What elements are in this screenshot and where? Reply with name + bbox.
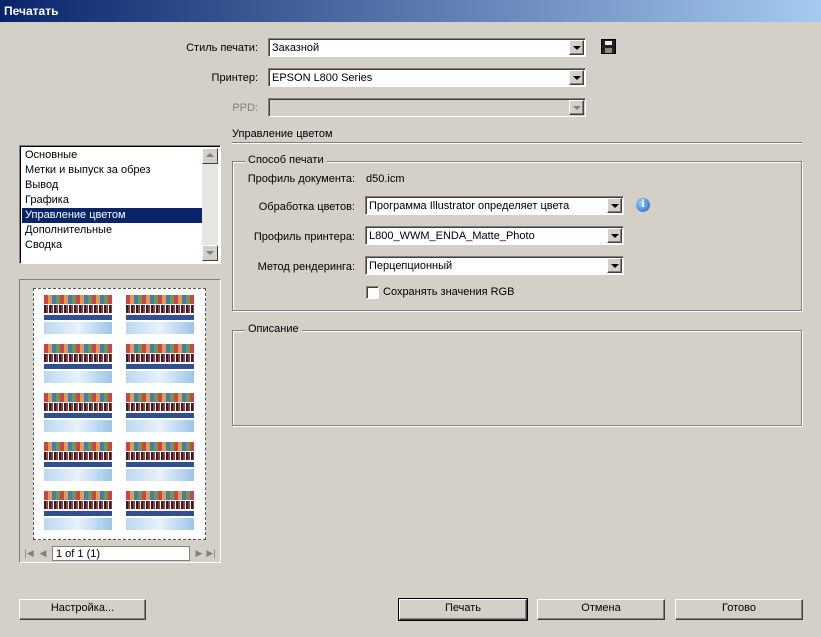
preview-thumbnail — [40, 342, 116, 386]
ppd-select — [268, 98, 586, 117]
done-button[interactable]: Готово — [675, 599, 803, 620]
print-button[interactable]: Печать — [398, 598, 528, 621]
rendering-select[interactable]: Перцепционный — [365, 256, 624, 275]
print-preview[interactable]: |◀ ◀ 1 of 1 (1) ▶ ▶| — [19, 279, 221, 563]
prev-page-icon[interactable]: ◀ — [38, 547, 48, 559]
printer-profile-label: Профиль принтера: — [253, 231, 355, 243]
doc-profile-value: d50.icm — [366, 173, 405, 185]
sidebar-item-basic[interactable]: Основные — [22, 148, 204, 163]
color-handling-select[interactable]: Программа Illustrator определяет цвета — [365, 196, 624, 215]
printer-select[interactable]: EPSON L800 Series — [268, 68, 586, 87]
printer-value: EPSON L800 Series — [272, 72, 373, 84]
color-handling-value: Программа Illustrator определяет цвета — [369, 200, 570, 212]
save-icon[interactable] — [601, 39, 616, 54]
print-style-value: Заказной — [272, 42, 320, 54]
print-style-select[interactable]: Заказной — [268, 38, 586, 57]
printer-label: Принтер: — [211, 72, 258, 84]
preview-thumbnail — [122, 342, 198, 386]
next-page-icon[interactable]: ▶ — [194, 547, 204, 559]
scroll-down-icon[interactable] — [202, 245, 218, 261]
window-title: Печатать — [0, 0, 821, 22]
preserve-rgb-label[interactable]: Сохранять значения RGB — [383, 286, 514, 298]
chevron-down-icon[interactable] — [569, 40, 584, 55]
preview-thumbnail — [40, 440, 116, 484]
preview-thumbnail — [122, 489, 198, 533]
info-icon[interactable]: i — [636, 198, 650, 212]
last-page-icon[interactable]: ▶| — [206, 547, 216, 559]
setup-button[interactable]: Настройка... — [19, 599, 146, 620]
section-title: Управление цветом — [232, 128, 333, 140]
chevron-down-icon[interactable] — [607, 198, 622, 213]
chevron-down-icon[interactable] — [607, 258, 622, 273]
preview-thumbnail — [40, 391, 116, 435]
description-group: Описание — [232, 323, 802, 426]
sidebar-item-output[interactable]: Вывод — [22, 178, 204, 193]
preserve-rgb-checkbox[interactable] — [366, 286, 379, 299]
first-page-icon[interactable]: |◀ — [24, 547, 34, 559]
divider — [232, 142, 802, 144]
preview-thumbnail — [40, 293, 116, 337]
chevron-down-icon[interactable] — [569, 70, 584, 85]
sidebar-item-summary[interactable]: Сводка — [22, 238, 204, 253]
category-list[interactable]: Основные Метки и выпуск за обрез Вывод Г… — [19, 145, 221, 264]
preview-thumbnail — [40, 489, 116, 533]
preview-page — [33, 288, 206, 540]
description-title: Описание — [245, 323, 302, 335]
preview-thumbnail — [122, 293, 198, 337]
sidebar-item-marks-bleed[interactable]: Метки и выпуск за обрез — [22, 163, 204, 178]
list-scrollbar[interactable] — [202, 148, 218, 261]
scroll-up-icon[interactable] — [202, 148, 218, 164]
printer-profile-value: L800_WWM_ENDA_Matte_Photo — [369, 230, 535, 242]
rendering-label: Метод рендеринга: — [257, 261, 355, 273]
printer-profile-select[interactable]: L800_WWM_ENDA_Matte_Photo — [365, 226, 624, 245]
page-indicator[interactable]: 1 of 1 (1) — [52, 546, 190, 561]
ppd-label: PPD: — [232, 102, 258, 114]
doc-profile-label: Профиль документа: — [247, 173, 355, 185]
sidebar-item-advanced[interactable]: Дополнительные — [22, 223, 204, 238]
sidebar-item-graphics[interactable]: Графика — [22, 193, 204, 208]
print-method-title: Способ печати — [245, 154, 327, 166]
color-handling-label: Обработка цветов: — [258, 201, 355, 213]
chevron-down-icon — [569, 100, 584, 115]
preview-pager: |◀ ◀ 1 of 1 (1) ▶ ▶| — [20, 545, 220, 562]
preview-thumbnail — [122, 391, 198, 435]
print-style-label: Стиль печати: — [186, 42, 258, 54]
cancel-button[interactable]: Отмена — [537, 599, 665, 620]
preview-thumbnail — [122, 440, 198, 484]
sidebar-item-color-management[interactable]: Управление цветом — [22, 208, 204, 223]
chevron-down-icon[interactable] — [607, 228, 622, 243]
rendering-value: Перцепционный — [369, 260, 453, 272]
